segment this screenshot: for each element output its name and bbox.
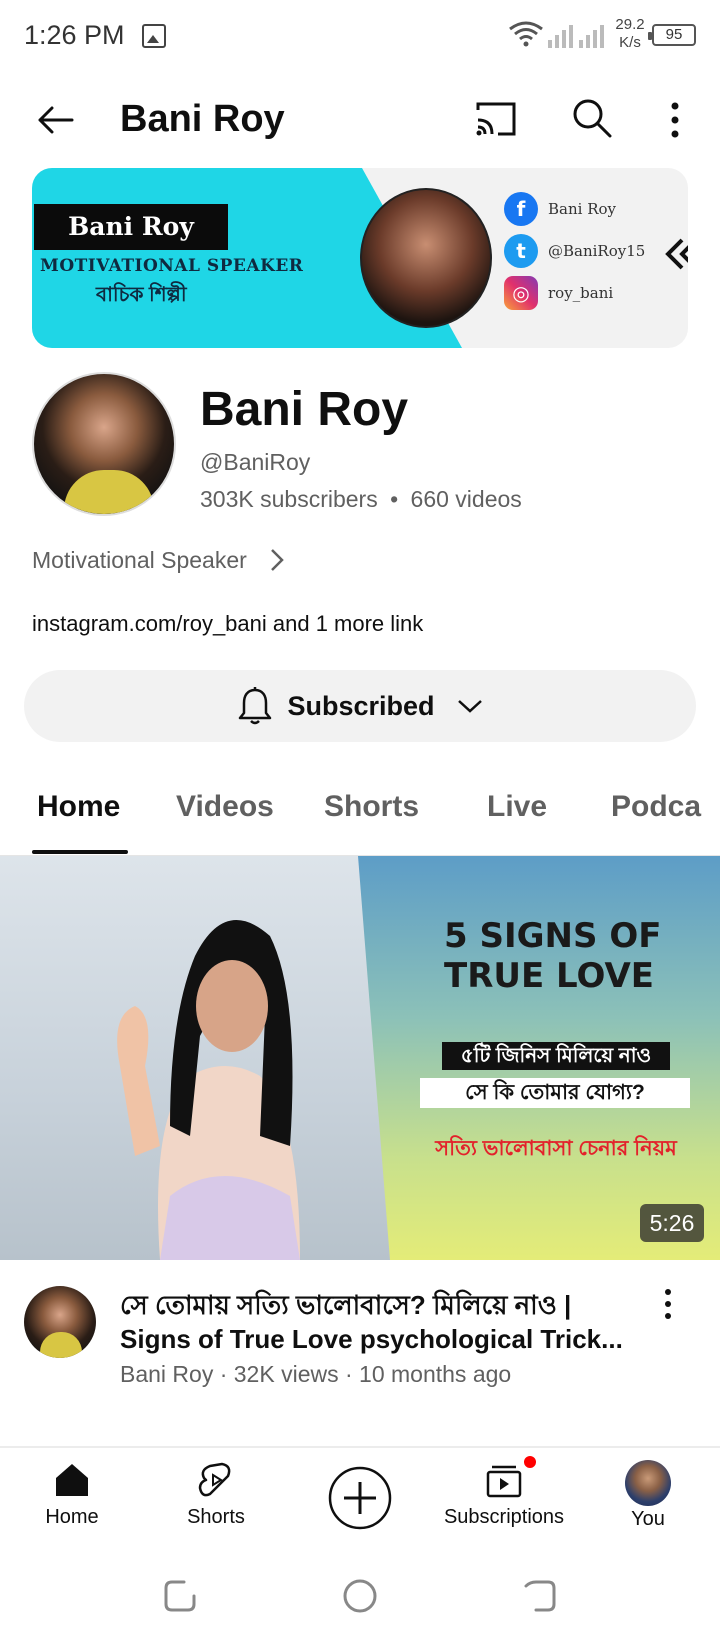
thumbnail-caption-dark: ৫টি জিনিস মিলিয়ে নাও	[442, 1042, 670, 1070]
chevron-down-icon	[457, 700, 482, 713]
video-thumbnail[interactable]: 5 SIGNS OF TRUE LOVE ৫টি জিনিস মিলিয়ে ন…	[0, 856, 720, 1260]
network-speed: 29.2 K/s	[612, 16, 648, 52]
twitter-icon: t	[504, 234, 538, 268]
nav-you-label: You	[631, 1508, 665, 1530]
tab-videos[interactable]: Videos	[176, 790, 274, 824]
recent-apps-icon[interactable]	[162, 1578, 198, 1614]
video-title-line1: সে তোমায় সত্যি ভালোবাসে? মিলিয়ে নাও |	[120, 1290, 572, 1320]
page-title: Bani Roy	[120, 98, 285, 140]
instagram-icon: ◎	[504, 276, 538, 310]
banner-twitter: t @BaniRoy15	[504, 234, 645, 268]
subscribed-label: Subscribed	[287, 690, 435, 721]
back-arrow-icon[interactable]	[34, 98, 78, 142]
user-avatar	[625, 1460, 671, 1506]
subscriber-count: 303K subscribers	[200, 486, 378, 512]
search-icon[interactable]	[570, 96, 614, 140]
network-speed-unit: K/s	[619, 34, 641, 51]
thumbnail-title-line2: TRUE LOVE	[444, 956, 655, 996]
tab-shorts[interactable]: Shorts	[324, 790, 419, 824]
cast-icon[interactable]	[474, 100, 518, 140]
nav-subscriptions-label: Subscriptions	[443, 1506, 565, 1528]
home-icon	[56, 1464, 88, 1496]
system-navigation	[0, 1560, 720, 1640]
nav-subscriptions[interactable]: Subscriptions	[432, 1460, 576, 1529]
home-system-icon[interactable]	[342, 1578, 378, 1614]
back-system-icon[interactable]	[522, 1578, 558, 1614]
active-tab-indicator	[32, 850, 128, 854]
thumbnail-person	[117, 920, 300, 1260]
shorts-icon	[198, 1462, 231, 1497]
channel-tabs: Home Videos Shorts Live Podca	[0, 770, 720, 856]
banner-facebook: f Bani Roy	[504, 192, 616, 226]
nav-home-label: Home	[45, 1506, 99, 1528]
channel-name: Bani Roy	[200, 383, 409, 436]
banner-instagram-label: roy_bani	[548, 284, 614, 302]
banner-facebook-label: Bani Roy	[548, 200, 616, 218]
thumbnail-title: 5 SIGNS OF TRUE LOVE	[444, 916, 694, 996]
video-duration-badge: 5:26	[640, 1204, 704, 1242]
chevron-left-icon	[665, 238, 688, 270]
more-vertical-icon[interactable]	[660, 98, 690, 142]
notification-dot	[522, 1454, 538, 1470]
top-app-bar: Bani Roy	[0, 80, 720, 160]
channel-stats: 303K subscribers • 660 videos	[200, 486, 522, 513]
subscriptions-icon	[486, 1465, 522, 1498]
facebook-icon: f	[504, 192, 538, 226]
gallery-notification-icon	[142, 24, 166, 48]
video-title[interactable]: সে তোমায় সত্যি ভালোবাসে? মিলিয়ে নাও | …	[120, 1288, 640, 1356]
thumbnail-caption-light: সে কি তোমার যোগ্য?	[420, 1078, 690, 1108]
nav-shorts-label: Shorts	[187, 1506, 245, 1528]
bell-icon	[239, 687, 272, 725]
stats-separator: •	[390, 486, 399, 512]
channel-links[interactable]: instagram.com/roy_bani and 1 more link	[32, 611, 423, 637]
banner-tagline: MOTIVATIONAL SPEAKER	[40, 256, 304, 276]
channel-description-text: Motivational Speaker	[32, 546, 247, 573]
status-bar: 1:26 PM 29.2 K/s 95	[0, 0, 720, 72]
network-speed-value: 29.2	[615, 16, 645, 33]
video-count: 660 videos	[410, 486, 522, 512]
signal-icon	[548, 25, 604, 48]
nav-you[interactable]: You	[576, 1460, 720, 1531]
video-meta: Bani Roy · 32K views · 10 months ago	[120, 1361, 512, 1387]
thumbnail-caption-red: সত্যি ভালোবাসা চেনার নিয়ম	[435, 1137, 677, 1160]
thumbnail-title-line1: 5 SIGNS OF	[444, 916, 662, 956]
battery-indicator: 95	[648, 24, 696, 46]
nav-shorts[interactable]: Shorts	[144, 1460, 288, 1529]
channel-banner: Bani Roy MOTIVATIONAL SPEAKER বাচিক শিল্…	[32, 168, 688, 348]
channel-avatar[interactable]	[32, 372, 176, 516]
nav-home[interactable]: Home	[0, 1460, 144, 1529]
video-title-line2: Signs of True Love psychological Trick..…	[120, 1324, 623, 1354]
channel-description[interactable]: Motivational Speaker	[32, 546, 287, 574]
status-time: 1:26 PM	[24, 20, 125, 50]
tab-podcasts[interactable]: Podca	[611, 790, 701, 824]
bottom-navigation: Home Shorts Subscriptions You	[0, 1450, 720, 1546]
video-more-icon[interactable]	[656, 1286, 680, 1322]
tab-live[interactable]: Live	[487, 790, 547, 824]
tab-home[interactable]: Home	[37, 790, 120, 824]
banner-photo	[360, 188, 492, 328]
bottom-nav-divider	[0, 1446, 720, 1448]
video-channel-avatar[interactable]	[24, 1286, 96, 1358]
wifi-icon	[509, 21, 543, 47]
banner-name: Bani Roy	[34, 204, 228, 250]
channel-handle: @BaniRoy	[200, 449, 311, 475]
banner-subtitle: বাচিক শিল্পী	[96, 284, 187, 306]
banner-twitter-label: @BaniRoy15	[548, 242, 646, 260]
chevron-right-icon	[270, 549, 284, 571]
create-plus-icon[interactable]	[328, 1466, 392, 1530]
banner-instagram: ◎ roy_bani	[504, 276, 613, 310]
subscribed-button[interactable]: Subscribed	[24, 670, 696, 742]
